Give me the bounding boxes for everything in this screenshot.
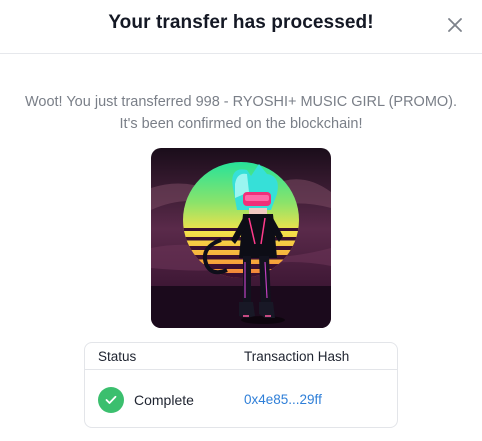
close-button[interactable] bbox=[444, 14, 466, 36]
status-cell: Complete bbox=[98, 387, 194, 413]
hash-column-header: Transaction Hash bbox=[244, 349, 350, 364]
nft-image bbox=[151, 148, 331, 328]
check-icon bbox=[98, 387, 124, 413]
close-icon bbox=[448, 18, 462, 32]
status-value: Complete bbox=[134, 392, 194, 408]
confirmation-line-1: Woot! You just transferred 998 - RYOSHI+… bbox=[24, 94, 458, 110]
status-column-header: Status bbox=[98, 349, 137, 364]
transfer-complete-modal: Your transfer has processed! Woot! You j… bbox=[0, 0, 482, 441]
modal-header: Your transfer has processed! bbox=[0, 0, 482, 54]
transaction-hash-link[interactable]: 0x4e85...29ff bbox=[244, 392, 322, 407]
modal-title: Your transfer has processed! bbox=[108, 12, 374, 33]
transaction-table: Status Transaction Hash Complete 0x4e85.… bbox=[84, 342, 398, 428]
confirmation-line-2: It's been confirmed on the blockchain! bbox=[119, 116, 363, 132]
table-header: Status Transaction Hash bbox=[85, 343, 397, 370]
nft-artwork bbox=[151, 148, 331, 328]
confirmation-message: Woot! You just transferred 998 - RYOSHI+… bbox=[0, 91, 482, 135]
